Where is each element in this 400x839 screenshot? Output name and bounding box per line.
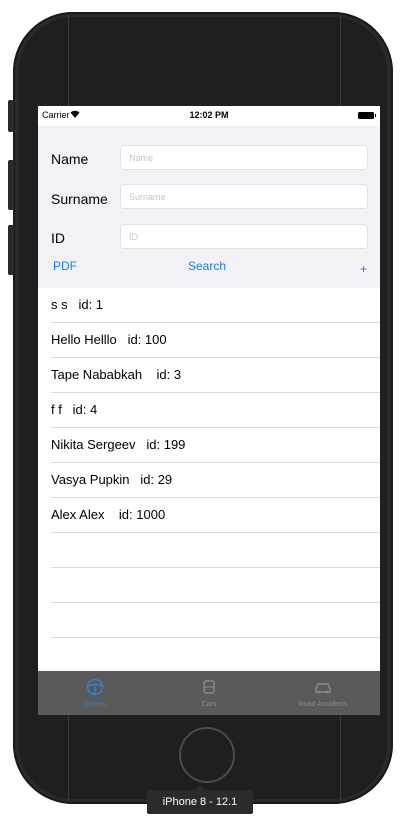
list-item[interactable]: Nikita Sergeev id: 199 [51,428,380,463]
pdf-button[interactable]: PDF [53,259,77,273]
mute-switch[interactable] [8,100,14,132]
empty-row [51,603,380,638]
volume-up-button[interactable] [8,160,14,210]
tab-cars[interactable]: Cars [152,671,266,715]
steering-wheel-icon [85,678,105,696]
list-item[interactable]: Vasya Pupkin id: 29 [51,463,380,498]
drivers-list: s s id: 1 Hello Helllo id: 100 Tape Naba… [38,288,380,638]
empty-row [51,533,380,568]
list-item[interactable]: Tape Nababkah id: 3 [51,358,380,393]
surname-label: Surname [51,191,108,207]
car-crash-icon [313,678,333,694]
search-button[interactable]: Search [188,259,226,273]
status-time: 12:02 PM [189,110,229,120]
id-input[interactable] [120,224,368,249]
list-item[interactable]: Hello Helllo id: 100 [51,323,380,358]
app-screen: Carrier 12:02 PM Name Surname ID PDF Sea… [38,106,380,715]
car-icon [199,678,219,694]
id-label: ID [51,230,65,246]
surname-input[interactable] [120,184,368,209]
search-form: Name Surname ID PDF Search + [38,126,380,288]
name-input[interactable] [120,145,368,170]
empty-row [51,568,380,603]
volume-down-button[interactable] [8,225,14,275]
name-label: Name [51,151,89,167]
status-bar: Carrier 12:02 PM [38,106,380,126]
tab-label: Drivers [83,701,107,708]
device-label-tooltip: iPhone 8 - 12.1 [147,785,253,814]
tab-label: Cars [201,701,217,708]
list-item[interactable]: s s id: 1 [51,288,380,323]
home-button[interactable] [179,727,235,783]
tab-road-accidents[interactable]: Road Accidents [266,671,380,715]
list-item[interactable]: f f id: 4 [51,393,380,428]
tab-drivers[interactable]: Drivers [38,671,152,715]
tab-bar: Drivers Cars Road Accidents [38,671,380,715]
tab-label: Road Accidents [298,701,348,708]
list-item[interactable]: Alex Alex id: 1000 [51,498,380,533]
battery-icon [358,112,376,119]
add-driver-button[interactable]: + [360,262,367,276]
